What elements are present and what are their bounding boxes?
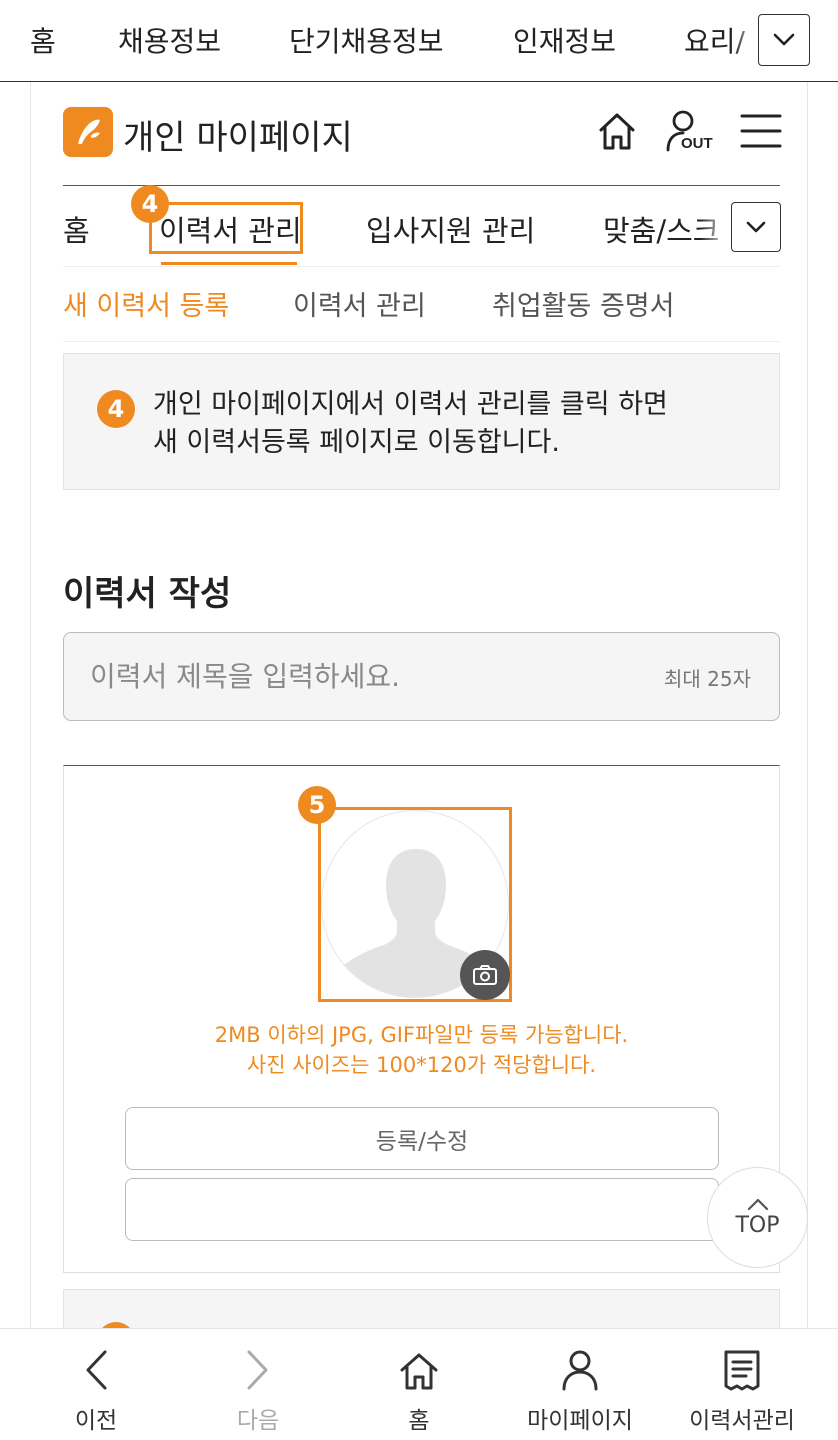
tabs-more-button[interactable]	[731, 202, 781, 252]
topnav-item-talent[interactable]: 인재정보	[513, 20, 616, 60]
menu-button[interactable]	[738, 108, 784, 154]
bottom-nav-next[interactable]: 다음	[208, 1329, 308, 1440]
subtab-resume-management[interactable]: 이력서 관리	[293, 284, 426, 323]
topnav-item-home[interactable]: 홈	[30, 20, 56, 60]
bottom-nav-mypage[interactable]: 마이페이지	[518, 1329, 642, 1440]
topnav-more-button[interactable]	[758, 14, 810, 66]
header-divider	[63, 185, 780, 186]
home-icon	[400, 1353, 438, 1390]
notice-line-2: 새 이력서등록 페이지로 이동합니다.	[153, 427, 560, 458]
top-navigation: 홈 채용정보 단기채용정보 인재정보 요리/	[0, 0, 838, 82]
logout-button[interactable]: OUT	[664, 108, 716, 154]
resume-title-input[interactable]	[90, 633, 630, 720]
tab-home[interactable]: 홈	[63, 208, 90, 250]
bottom-navigation: 이전 다음 홈 마이페이지 이력서관리	[0, 1328, 838, 1440]
max-length-hint: 최대 25자	[663, 667, 751, 691]
topnav-item-short-term-jobs[interactable]: 단기채용정보	[289, 20, 444, 60]
bottom-nav-home[interactable]: 홈	[369, 1329, 469, 1440]
bottom-nav-home-label: 홈	[408, 1408, 430, 1434]
subtab-employment-certificate[interactable]: 취업활동 증명서	[492, 284, 674, 323]
camera-button[interactable]	[460, 950, 510, 1000]
tab-resume-management[interactable]: 이력서 관리	[159, 208, 302, 250]
register-photo-button[interactable]: 등록/수정	[125, 1107, 719, 1170]
scroll-top-label: TOP	[735, 1212, 780, 1238]
tab-application-management[interactable]: 입사지원 관리	[366, 208, 535, 250]
logout-label: OUT	[681, 135, 713, 152]
section-title: 이력서 작성	[63, 574, 232, 614]
subtabs-divider	[63, 341, 780, 342]
page-title: 개인 마이페이지	[123, 118, 353, 158]
bottom-nav-prev-label: 이전	[74, 1408, 118, 1434]
tabs-divider	[63, 266, 780, 267]
bottom-nav-resume-label: 이력서관리	[689, 1408, 795, 1434]
document-list-icon	[724, 1350, 760, 1391]
bottom-nav-next-label: 다음	[236, 1408, 280, 1434]
home-icon	[599, 113, 635, 150]
tabs-fade	[700, 196, 730, 262]
photo-hint: 2MB 이하의 JPG, GIF파일만 등록 가능합니다. 사진 사이즈는 10…	[63, 1020, 780, 1080]
notice-text: 개인 마이페이지에서 이력서 관리를 클릭 하면 새 이력서등록 페이지로 이동…	[153, 386, 668, 462]
notice-step-badge: 4	[97, 390, 135, 428]
chevron-left-icon	[86, 1350, 107, 1390]
bottom-nav-prev[interactable]: 이전	[46, 1329, 146, 1440]
photo-hint-line-1: 2MB 이하의 JPG, GIF파일만 등록 가능합니다.	[214, 1023, 629, 1047]
chevron-right-icon	[247, 1350, 268, 1390]
photo-hint-line-2: 사진 사이즈는 100*120가 적당합니다.	[246, 1053, 597, 1077]
step-badge-5: 5	[298, 786, 336, 824]
person-icon	[562, 1350, 598, 1391]
subtab-new-resume[interactable]: 새 이력서 등록	[63, 284, 229, 323]
chevron-down-icon	[746, 221, 766, 232]
topnav-item-jobs[interactable]: 채용정보	[118, 20, 221, 60]
camera-icon	[473, 965, 497, 985]
notice-line-1: 개인 마이페이지에서 이력서 관리를 클릭 하면	[153, 389, 668, 420]
chevron-down-icon	[773, 33, 795, 46]
hamburger-menu-icon	[740, 114, 782, 148]
chevron-up-icon	[747, 1198, 768, 1210]
bottom-nav-resume[interactable]: 이력서관리	[680, 1329, 804, 1440]
bottom-nav-mypage-label: 마이페이지	[527, 1408, 633, 1434]
fish-logo-icon[interactable]	[63, 107, 113, 157]
step-badge-4: 4	[131, 185, 169, 223]
resume-title-field[interactable]: 최대 25자	[63, 632, 780, 721]
active-tab-indicator	[161, 262, 297, 265]
home-button[interactable]	[594, 108, 640, 154]
scroll-top-button[interactable]: TOP	[707, 1167, 808, 1268]
secondary-photo-button[interactable]	[125, 1178, 719, 1241]
